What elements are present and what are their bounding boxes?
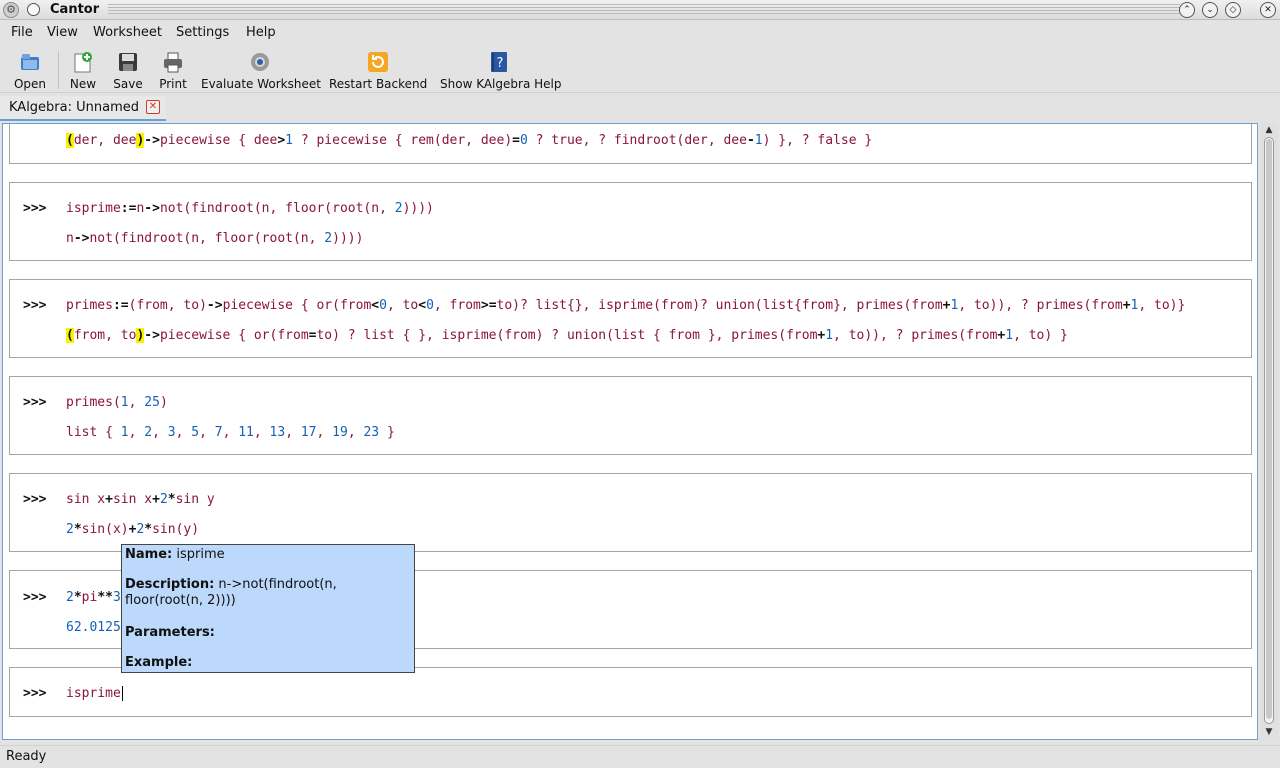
tab-title: KAlgebra: Unnamed: [9, 100, 139, 115]
scrollbar-thumb[interactable]: [1266, 139, 1272, 719]
menu-file[interactable]: File: [11, 25, 33, 40]
vertical-scrollbar[interactable]: ▲ ▼: [1260, 123, 1278, 740]
tooltip-name-value: isprime: [176, 547, 225, 562]
entry-prompt: >>>: [23, 298, 47, 313]
tab-bar: KAlgebra: Unnamed ✕: [0, 96, 1280, 122]
entry-input[interactable]: primes:=(from, to)->piecewise { or(from<…: [66, 298, 1185, 313]
save-disk-icon: [119, 53, 137, 71]
worksheet-entry[interactable]: >>> primes(1, 25) list { 1, 2, 3, 5, 7, …: [9, 376, 1252, 455]
printer-icon: [164, 52, 182, 73]
toolbar-separator: [58, 51, 59, 89]
worksheet-entry[interactable]: >>> primes:=(from, to)->piecewise { or(f…: [9, 279, 1252, 358]
sticky-button[interactable]: [27, 3, 40, 16]
restart-icon: [368, 52, 388, 72]
tooltip-example-label: Example:: [125, 655, 193, 670]
minimize-button[interactable]: ⌄: [1202, 2, 1218, 18]
entry-prompt: >>>: [23, 590, 47, 605]
status-text: Ready: [6, 749, 47, 764]
menu-view[interactable]: View: [47, 25, 78, 40]
scroll-down-icon[interactable]: ▼: [1263, 726, 1275, 738]
function-info-tooltip: Name: isprime Description: n->not(findro…: [121, 544, 415, 673]
tooltip-parameters-label: Parameters:: [125, 625, 215, 640]
entry-result: (from, to)->piecewise { or(from=to) ? li…: [66, 328, 1068, 343]
worksheet-entry[interactable]: >>> sin x+sin x+2*sin y 2*sin(x)+2*sin(y…: [9, 473, 1252, 552]
entry-result: n->not(findroot(n, floor(root(n, 2)))): [66, 231, 364, 246]
window-title: Cantor: [50, 2, 100, 17]
entry-input[interactable]: sin x+sin x+2*sin y: [66, 492, 215, 507]
entry-prompt: >>>: [23, 492, 47, 507]
evaluate-worksheet-button[interactable]: Evaluate Worksheet: [201, 49, 321, 91]
title-decoration: [108, 4, 1180, 16]
tab-kalgebra-unnamed[interactable]: KAlgebra: Unnamed ✕: [0, 96, 166, 121]
save-button[interactable]: Save: [109, 49, 147, 91]
print-button[interactable]: Print: [154, 49, 192, 91]
close-window-button[interactable]: ✕: [1260, 2, 1276, 18]
menu-help[interactable]: Help: [246, 25, 276, 40]
menu-worksheet[interactable]: Worksheet: [93, 25, 162, 40]
svg-text:?: ?: [497, 56, 504, 71]
entry-result: 2*sin(x)+2*sin(y): [66, 522, 200, 537]
worksheet-entry[interactable]: (der, dee)->piecewise { dee>1 ? piecewis…: [9, 124, 1252, 164]
entry-input-active[interactable]: isprime: [66, 686, 123, 701]
title-bar: ⚙ Cantor ⌃ ⌄ ◇ ✕: [0, 0, 1280, 20]
scrollbar-track[interactable]: [1264, 137, 1274, 724]
new-document-icon: [74, 52, 92, 73]
open-folder-icon: [21, 54, 39, 70]
help-book-icon: ?: [491, 52, 507, 72]
worksheet-entry[interactable]: >>> isprime:=n->not(findroot(n, floor(ro…: [9, 182, 1252, 261]
entry-input[interactable]: isprime:=n->not(findroot(n, floor(root(n…: [66, 201, 434, 216]
toolbar: Open New Save Print Evaluate Worksheet R…: [0, 45, 1280, 93]
keep-above-button[interactable]: ⌃: [1179, 2, 1195, 18]
entry-prompt: >>>: [23, 686, 47, 701]
entry-result: 62.0125: [66, 620, 121, 635]
close-tab-icon[interactable]: ✕: [146, 100, 160, 114]
entry-result: (der, dee)->piecewise { dee>1 ? piecewis…: [66, 133, 873, 148]
entry-prompt: >>>: [23, 201, 47, 216]
menu-settings[interactable]: Settings: [176, 25, 229, 40]
menu-bar: File View Worksheet Settings Help: [0, 21, 1280, 45]
entry-result: list { 1, 2, 3, 5, 7, 11, 13, 17, 19, 23…: [66, 425, 395, 440]
entry-prompt: >>>: [23, 395, 47, 410]
tooltip-name-label: Name:: [125, 547, 173, 562]
maximize-button[interactable]: ◇: [1225, 2, 1241, 18]
show-kalgebra-help-button[interactable]: ? Show KAlgebra Help: [440, 49, 561, 91]
app-menu-icon[interactable]: ⚙: [3, 2, 19, 18]
open-button[interactable]: Open: [8, 49, 52, 91]
evaluate-gear-icon: [250, 53, 269, 71]
scroll-up-icon[interactable]: ▲: [1263, 124, 1275, 136]
worksheet-entry-current[interactable]: >>> isprime: [9, 667, 1252, 717]
entry-input[interactable]: primes(1, 25): [66, 395, 168, 410]
new-button[interactable]: New: [64, 49, 102, 91]
tooltip-description-label: Description:: [125, 577, 215, 592]
status-bar: Ready: [0, 745, 1280, 768]
entry-input[interactable]: 2*pi**3: [66, 590, 121, 605]
restart-backend-button[interactable]: Restart Backend: [329, 49, 427, 91]
